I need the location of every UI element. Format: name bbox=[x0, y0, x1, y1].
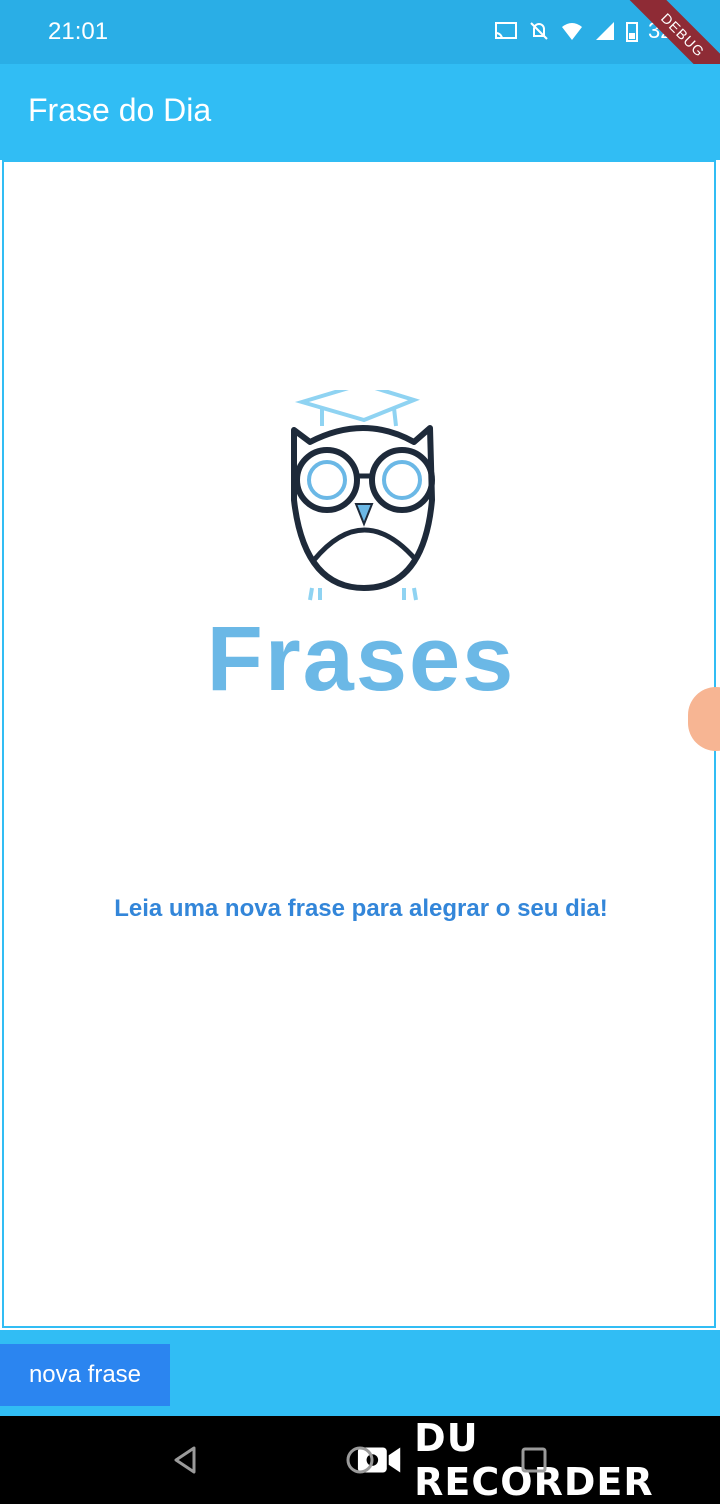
intro-message: Leia uma nova frase para alegrar o seu d… bbox=[114, 895, 608, 922]
app-bar: Frase do Dia bbox=[0, 64, 720, 160]
status-time: 21:01 bbox=[48, 18, 109, 45]
system-nav-bar: DU RECORDER bbox=[0, 1416, 720, 1504]
app-title: Frase do Dia bbox=[28, 92, 212, 128]
main-content: Frases Leia uma nova frase para alegrar … bbox=[2, 160, 720, 1328]
bottom-bar: nova frase bbox=[0, 1330, 720, 1416]
recents-icon[interactable] bbox=[516, 1442, 552, 1478]
back-icon[interactable] bbox=[168, 1442, 204, 1478]
battery-icon bbox=[625, 22, 638, 42]
home-icon[interactable] bbox=[342, 1442, 378, 1478]
logo-wordmark: Frases bbox=[206, 608, 516, 710]
status-bar: 21:01 32% DEBUG bbox=[0, 0, 720, 98]
cast-icon bbox=[494, 22, 517, 40]
wifi-icon bbox=[561, 23, 582, 40]
new-phrase-button[interactable]: nova frase bbox=[0, 1344, 170, 1406]
mute-icon bbox=[530, 22, 548, 40]
watermark-text: DU RECORDER bbox=[414, 1416, 654, 1504]
signal-icon bbox=[595, 22, 614, 40]
